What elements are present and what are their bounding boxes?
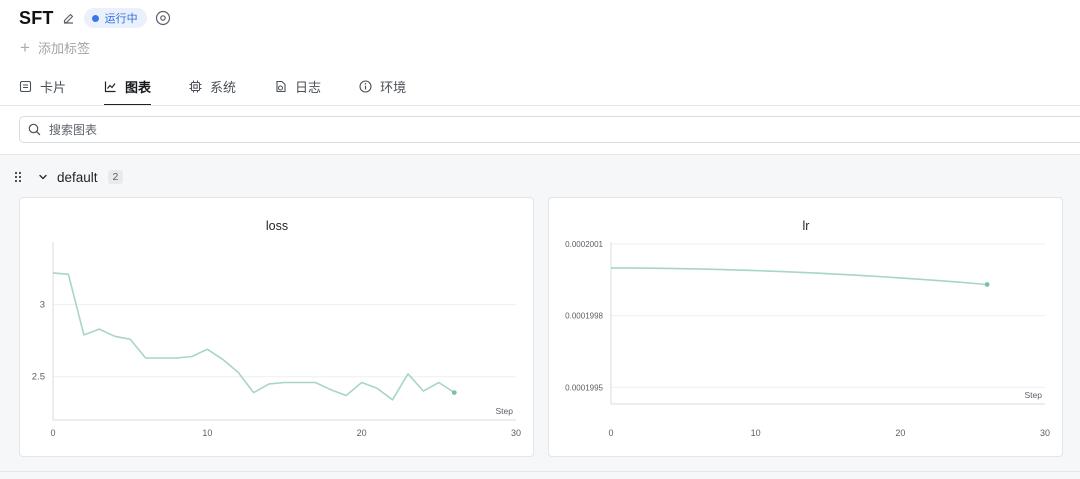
tab-charts[interactable]: 图表 [104, 68, 152, 106]
tab-label: 日志 [295, 80, 322, 95]
tab-cards[interactable]: 卡片 [19, 68, 66, 105]
status-badge: 运行中 [83, 8, 147, 28]
y-tick-label: 2.5 [32, 372, 45, 383]
x-tick-label: 20 [895, 428, 905, 438]
last-point-marker [984, 282, 990, 287]
status-dot-icon [91, 14, 99, 22]
chart-card-lr[interactable]: lr 0.0002001 0.0001998 0.0001995 0 10 20 30 Step [548, 197, 1063, 457]
chip-icon [189, 80, 202, 93]
search-box [19, 116, 1080, 143]
add-tag-button[interactable]: + 添加标签 [20, 38, 90, 57]
x-tick-label: 0 [608, 428, 613, 438]
section-divider [0, 471, 1080, 472]
x-tick-label: 10 [751, 428, 761, 438]
drag-handle-icon[interactable] [13, 171, 23, 183]
chart-title: lr [803, 219, 810, 233]
lr-chart: lr 0.0002001 0.0001998 0.0001995 0 10 20 30 Step [565, 219, 1050, 438]
plus-icon: + [20, 38, 30, 57]
search-icon [28, 123, 41, 136]
chart-title: loss [266, 219, 288, 233]
charts-area: default 2 loss 3 2.5 0 10 20 30 Step lr 0.000200… [0, 154, 1080, 479]
x-tick-label: 30 [1040, 428, 1050, 438]
title-row: SFT 运行中 [19, 6, 171, 30]
x-tick-label: 0 [50, 428, 55, 438]
run-header: SFT 运行中 + 添加标签 卡片 图表 系统 日志 环境 [0, 0, 1080, 106]
chart-card-loss[interactable]: loss 3 2.5 0 10 20 30 Step [19, 197, 534, 457]
tab-label: 图表 [125, 80, 152, 95]
chevron-down-icon[interactable] [37, 171, 49, 183]
page-title: SFT [19, 7, 54, 28]
x-tick-label: 30 [511, 428, 521, 438]
tab-environment[interactable]: 环境 [359, 68, 406, 105]
settings-icon[interactable] [155, 10, 171, 26]
tab-system[interactable]: 系统 [189, 68, 236, 105]
y-tick-label: 3 [40, 300, 45, 311]
search-bar [0, 106, 1080, 154]
x-tick-label: 20 [357, 428, 367, 438]
log-icon [276, 80, 286, 93]
series-line [610, 267, 988, 286]
group-header: default 2 [13, 169, 124, 185]
tab-label: 卡片 [40, 80, 67, 95]
y-tick-label: 0.0001995 [565, 383, 603, 392]
y-tick-label: 0.0001998 [565, 312, 603, 321]
card-icon [19, 80, 32, 93]
line-chart-icon [104, 81, 116, 93]
status-label: 运行中 [104, 13, 138, 25]
add-tag-label: 添加标签 [37, 41, 90, 56]
group-name: default [57, 169, 98, 185]
x-axis-label: Step [1025, 390, 1043, 400]
x-tick-label: 10 [202, 428, 212, 438]
series-line [52, 272, 455, 401]
search-input[interactable] [49, 122, 449, 137]
info-icon [359, 80, 372, 93]
y-tick-label: 0.0002001 [565, 240, 603, 249]
group-count-badge: 2 [107, 170, 124, 184]
edit-icon[interactable] [62, 11, 76, 25]
x-axis-label: Step [496, 406, 514, 416]
tab-logs[interactable]: 日志 [274, 68, 321, 105]
tab-bar: 卡片 图表 系统 日志 环境 [19, 68, 444, 106]
last-point-marker [451, 390, 457, 395]
tab-label: 环境 [380, 80, 407, 95]
tab-label: 系统 [210, 80, 237, 95]
loss-chart: loss 3 2.5 0 10 20 30 Step [32, 219, 521, 438]
